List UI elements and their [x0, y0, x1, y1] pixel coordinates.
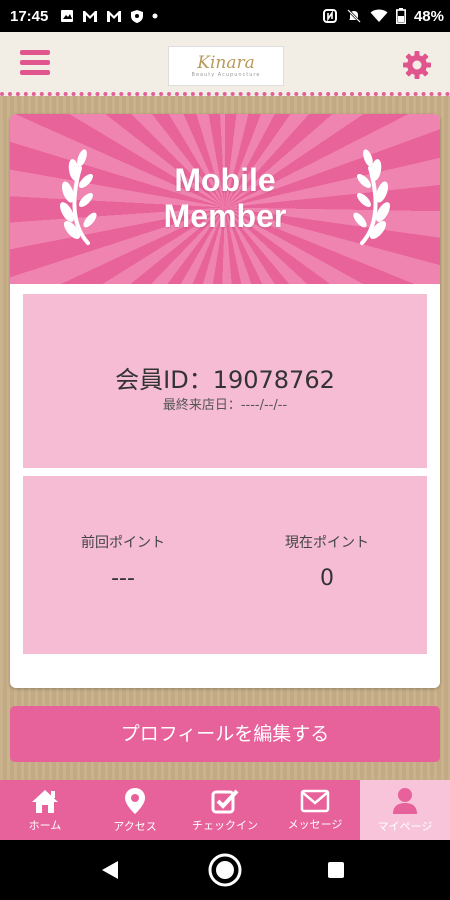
- status-bar: 17:45 48%: [0, 0, 450, 32]
- gmail-icon: [107, 10, 122, 22]
- tab-label: アクセス: [113, 819, 157, 833]
- laurel-icon: [353, 149, 390, 245]
- status-time: 17:45: [10, 7, 49, 25]
- gmail-icon: [83, 10, 98, 22]
- home-icon: [32, 789, 58, 813]
- member-card: Mobile Member 会員ID：19078762 最終来店日：----/-…: [10, 114, 440, 688]
- battery-icon: [395, 8, 406, 24]
- tab-label: チェックイン: [192, 818, 258, 832]
- tab-label: ホーム: [28, 818, 62, 832]
- app-logo: Kinara Beauty Acupuncture: [168, 46, 284, 86]
- menu-bar: [20, 50, 50, 55]
- logo-text: Kinara: [197, 53, 255, 73]
- battery-percent: 48%: [413, 7, 444, 25]
- tab-message[interactable]: メッセージ: [270, 780, 360, 840]
- app-header: Kinara Beauty Acupuncture: [0, 32, 450, 96]
- checkbox-icon: [211, 789, 239, 813]
- member-id-panel: 会員ID：19078762 最終来店日：----/--/--: [23, 294, 427, 468]
- tab-label: マイページ: [377, 819, 433, 833]
- last-visit-date: 最終来店日：----/--/--: [162, 398, 288, 413]
- menu-bar: [20, 70, 50, 75]
- shield-icon: [131, 9, 144, 23]
- edit-profile-button[interactable]: プロフィールを編集する: [10, 706, 440, 762]
- home-button-icon[interactable]: [208, 853, 242, 887]
- system-icons: 48%: [322, 8, 444, 25]
- logo-subtext: Beauty Acupuncture: [191, 72, 261, 78]
- tab-label: メッセージ: [287, 817, 343, 831]
- back-icon[interactable]: [100, 860, 120, 880]
- menu-bar: [20, 60, 50, 65]
- system-nav-bar: [0, 840, 450, 900]
- image-icon: [61, 10, 74, 22]
- bottom-tab-bar: ホーム アクセス チェックイン メッセージ マイページ: [0, 780, 450, 840]
- mobile-member-banner: Mobile Member: [10, 114, 440, 284]
- previous-points: 前回ポイント ---: [23, 532, 223, 591]
- member-id: 会員ID：19078762: [115, 366, 335, 394]
- current-points-label: 現在ポイント: [285, 535, 369, 551]
- dot-icon: [152, 13, 158, 19]
- wifi-icon: [370, 9, 388, 22]
- gear-icon[interactable]: [402, 50, 432, 80]
- recent-apps-icon[interactable]: [328, 862, 344, 878]
- tab-home[interactable]: ホーム: [0, 780, 90, 840]
- notification-icons: [60, 9, 158, 24]
- mute-icon: [347, 9, 361, 23]
- tab-checkin[interactable]: チェックイン: [180, 780, 270, 840]
- current-points-value: 0: [320, 566, 334, 591]
- user-icon: [393, 787, 417, 814]
- menu-button[interactable]: [20, 50, 50, 76]
- previous-points-label: 前回ポイント: [81, 535, 165, 551]
- nfc-icon: [322, 9, 337, 23]
- tab-mypage[interactable]: マイページ: [360, 780, 450, 840]
- tab-access[interactable]: アクセス: [90, 780, 180, 840]
- previous-points-value: ---: [111, 566, 135, 591]
- points-panel: 前回ポイント --- 現在ポイント 0: [23, 476, 427, 654]
- mail-icon: [300, 789, 330, 812]
- current-points: 現在ポイント 0: [227, 532, 427, 591]
- map-pin-icon: [125, 787, 145, 814]
